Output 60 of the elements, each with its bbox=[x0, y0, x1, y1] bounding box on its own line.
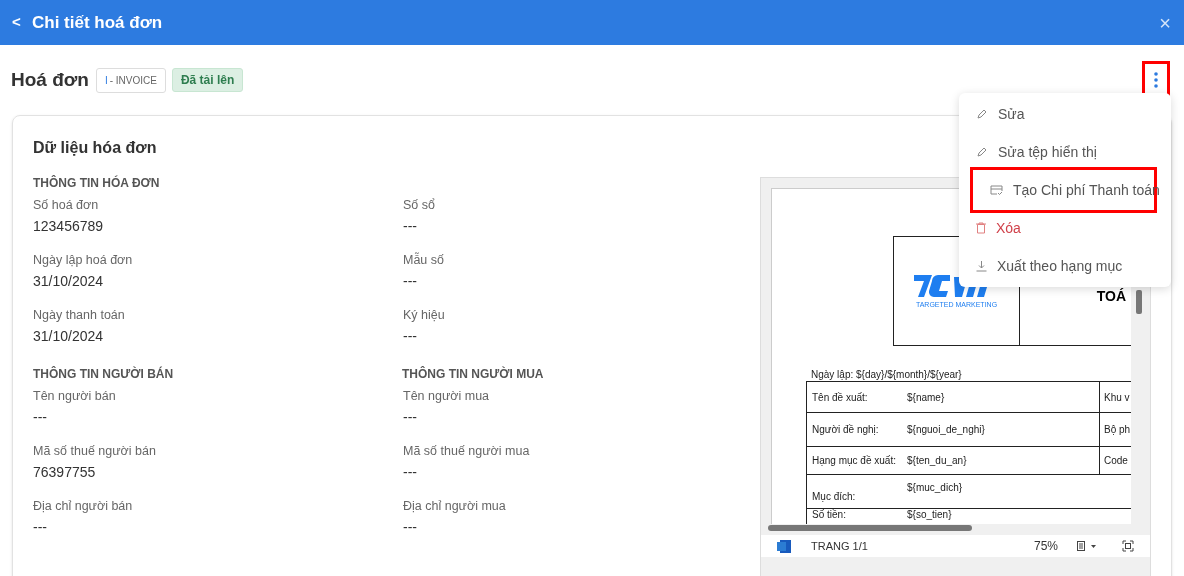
pencil-icon bbox=[976, 108, 988, 120]
status-badge: Đã tải lên bbox=[171, 68, 244, 92]
field-label: Ngày lập hoá đơn bbox=[33, 252, 134, 269]
document-value: ${ten_du_an} bbox=[907, 454, 968, 468]
field-value: --- bbox=[33, 408, 48, 427]
download-icon bbox=[976, 260, 987, 272]
section-title: THÔNG TIN NGƯỜI BÁN bbox=[33, 365, 175, 383]
field-label: Ký hiệu bbox=[403, 307, 446, 324]
field-value: 76397755 bbox=[33, 463, 97, 482]
menu-item[interactable]: Sửa bbox=[959, 95, 1171, 133]
field-label: Địa chỉ người mua bbox=[403, 498, 507, 515]
field-value: --- bbox=[403, 217, 418, 236]
field-value: --- bbox=[33, 518, 48, 537]
page-indicator: TRANG 1/1 bbox=[811, 538, 868, 554]
document-value: ${name} bbox=[907, 390, 946, 405]
document-label: Mục đích: bbox=[811, 490, 857, 504]
field-value: 123456789 bbox=[33, 217, 105, 236]
view-mode-icon[interactable] bbox=[1077, 541, 1097, 551]
field-label: Số sổ bbox=[403, 197, 436, 214]
pencil-icon bbox=[976, 146, 988, 158]
document-value: ${so_tien} bbox=[907, 509, 953, 522]
document-heading: TOÁ bbox=[1096, 286, 1126, 306]
date-line: Ngày lập: ${day}/${month}/${year} bbox=[811, 368, 962, 382]
document-label: Số tiền: bbox=[811, 509, 847, 522]
window-title: Chi tiết hoá đơn bbox=[32, 11, 163, 34]
zoom-level: 75% bbox=[1033, 538, 1058, 555]
document-value: ${muc_dich} bbox=[907, 481, 964, 495]
horizontal-scrollbar[interactable] bbox=[768, 525, 972, 531]
field-label: Mẫu số bbox=[403, 251, 445, 269]
card-check-icon bbox=[990, 184, 1003, 196]
field-value: --- bbox=[403, 518, 418, 537]
page-title: Hoá đơn bbox=[11, 67, 89, 92]
field-value: --- bbox=[403, 408, 418, 427]
fullscreen-icon[interactable] bbox=[1122, 540, 1134, 552]
field-value: --- bbox=[403, 463, 418, 482]
section-title: THÔNG TIN HÓA ĐƠN bbox=[33, 174, 161, 192]
trash-icon bbox=[976, 222, 986, 234]
field-label: Mã số thuế người mua bbox=[403, 443, 531, 460]
field-value: 31/10/2024 bbox=[33, 327, 105, 346]
field-label: Tên người bán bbox=[33, 388, 117, 405]
more-icon bbox=[1154, 72, 1158, 88]
document-label: Tên đề xuất: bbox=[811, 390, 869, 405]
document-label: Hạng mục đề xuất: bbox=[811, 454, 897, 468]
field-label: Ngày thanh toán bbox=[33, 307, 126, 324]
document-value: ${nguoi_de_nghi} bbox=[907, 423, 986, 437]
section-title: THÔNG TIN NGƯỜI MUA bbox=[402, 365, 545, 383]
vertical-scrollbar[interactable] bbox=[1136, 290, 1142, 314]
type-badge: I - INVOICE bbox=[95, 67, 166, 93]
field-label: Tên người mua bbox=[403, 388, 491, 405]
field-label: Địa chỉ người bán bbox=[33, 498, 134, 515]
field-value: 31/10/2024 bbox=[33, 272, 105, 291]
menu-item[interactable]: Xuất theo hạng mục bbox=[959, 247, 1171, 285]
field-label: Mã số thuế người bán bbox=[33, 443, 157, 460]
document-label: Người đề nghị: bbox=[811, 423, 880, 437]
field-value: --- bbox=[403, 327, 418, 346]
back-button[interactable]: < bbox=[12, 11, 26, 34]
word-icon bbox=[777, 539, 791, 553]
field-label: Số hoá đơn bbox=[33, 197, 100, 214]
card-title: Dữ liệu hóa đơn bbox=[33, 138, 158, 158]
field-value: --- bbox=[403, 272, 418, 291]
